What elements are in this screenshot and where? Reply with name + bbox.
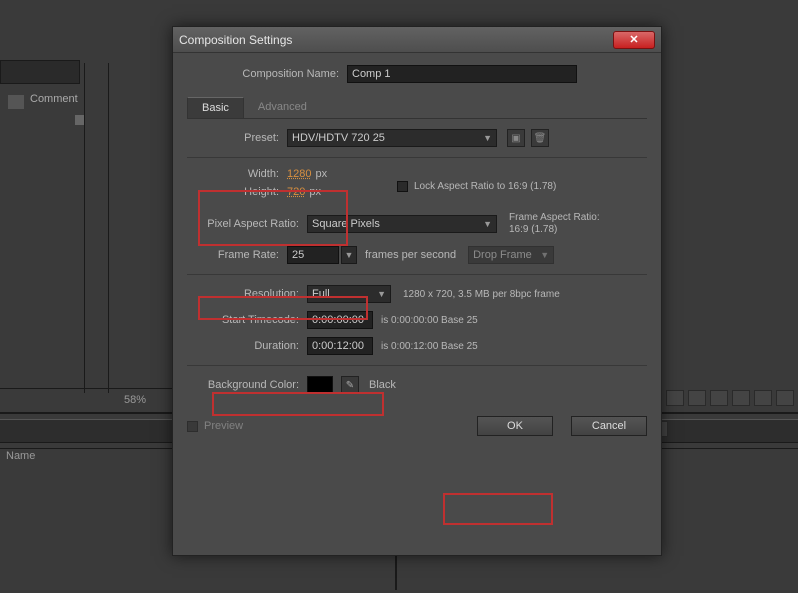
start-timecode-label: Start Timecode: bbox=[187, 314, 307, 326]
height-unit: px bbox=[309, 186, 321, 198]
dropframe-select: Drop Frame ▼ bbox=[468, 246, 554, 264]
resolution-label: Resolution: bbox=[187, 288, 307, 300]
lock-aspect-label: Lock Aspect Ratio to 16:9 (1.78) bbox=[414, 181, 556, 192]
trash-icon: 🗑 bbox=[534, 133, 547, 144]
divider bbox=[108, 63, 109, 393]
start-timecode-info: is 0:00:00:00 Base 25 bbox=[381, 315, 478, 326]
width-label: Width: bbox=[187, 168, 287, 180]
lock-aspect-checkbox[interactable] bbox=[397, 181, 408, 192]
preview-checkbox bbox=[187, 421, 198, 432]
tabs: Basic Advanced bbox=[187, 97, 647, 119]
name-column-header: Name bbox=[6, 450, 35, 462]
divider bbox=[187, 157, 647, 158]
start-timecode-input[interactable] bbox=[307, 311, 373, 329]
divider bbox=[0, 388, 175, 389]
save-preset-button[interactable]: ▣ bbox=[507, 129, 525, 147]
bgcolor-swatch[interactable] bbox=[307, 376, 333, 394]
tab-basic[interactable]: Basic bbox=[187, 97, 244, 118]
chevron-down-icon: ▼ bbox=[377, 289, 386, 299]
preview-toggle: Preview bbox=[187, 420, 243, 432]
par-select[interactable]: Square Pixels ▼ bbox=[307, 215, 497, 233]
chevron-down-icon: ▼ bbox=[483, 133, 492, 143]
framerate-unit: frames per second bbox=[365, 249, 456, 261]
comment-header: Comment bbox=[30, 93, 78, 105]
duration-label: Duration: bbox=[187, 340, 307, 352]
frame-aspect-info: Frame Aspect Ratio: 16:9 (1.78) bbox=[509, 212, 600, 236]
duration-info: is 0:00:12:00 Base 25 bbox=[381, 341, 478, 352]
par-value: Square Pixels bbox=[312, 218, 380, 230]
height-value[interactable]: 720 bbox=[287, 186, 305, 198]
eyedropper-button[interactable]: ✎ bbox=[341, 376, 359, 394]
divider bbox=[84, 63, 85, 393]
height-label: Height: bbox=[187, 186, 287, 198]
bgcolor-label: Background Color: bbox=[187, 379, 307, 391]
chevron-down-icon: ▼ bbox=[483, 219, 492, 229]
chevron-down-icon: ▼ bbox=[540, 250, 549, 260]
preset-value: HDV/HDTV 720 25 bbox=[292, 132, 385, 144]
comp-name-label: Composition Name: bbox=[187, 68, 347, 80]
cancel-button[interactable]: Cancel bbox=[571, 416, 647, 436]
titlebar[interactable]: Composition Settings ✕ bbox=[173, 27, 661, 53]
preset-select[interactable]: HDV/HDTV 720 25 ▼ bbox=[287, 129, 497, 147]
dropframe-value: Drop Frame bbox=[473, 249, 532, 261]
zoom-readout: 58% bbox=[124, 394, 146, 406]
framerate-input[interactable] bbox=[287, 246, 339, 264]
close-icon: ✕ bbox=[629, 33, 638, 46]
bgcolor-name: Black bbox=[369, 379, 396, 391]
comp-name-input[interactable] bbox=[347, 65, 577, 83]
tag-icon bbox=[8, 95, 24, 109]
resolution-info: 1280 x 720, 3.5 MB per 8bpc frame bbox=[403, 289, 560, 300]
divider bbox=[187, 274, 647, 275]
ok-button[interactable]: OK bbox=[477, 416, 553, 436]
resolution-select[interactable]: Full ▼ bbox=[307, 285, 391, 303]
preview-label: Preview bbox=[204, 420, 243, 432]
par-label: Pixel Aspect Ratio: bbox=[187, 218, 307, 230]
tab-advanced[interactable]: Advanced bbox=[244, 97, 321, 118]
eyedropper-icon: ✎ bbox=[346, 380, 354, 391]
viewer-toolbar bbox=[644, 390, 794, 406]
delete-preset-button[interactable]: 🗑 bbox=[531, 129, 549, 147]
framerate-label: Frame Rate: bbox=[187, 249, 287, 261]
preset-label: Preset: bbox=[187, 132, 287, 144]
resolution-value: Full bbox=[312, 288, 330, 300]
close-button[interactable]: ✕ bbox=[613, 31, 655, 49]
bg-panel bbox=[0, 60, 80, 84]
duration-input[interactable] bbox=[307, 337, 373, 355]
composition-settings-dialog: Composition Settings ✕ Composition Name:… bbox=[172, 26, 662, 556]
divider bbox=[187, 365, 647, 366]
save-icon: ▣ bbox=[511, 133, 520, 144]
chevron-down-icon: ▼ bbox=[345, 250, 354, 260]
width-unit: px bbox=[315, 168, 327, 180]
dialog-title: Composition Settings bbox=[179, 33, 613, 47]
width-value[interactable]: 1280 bbox=[287, 168, 311, 180]
framerate-dropdown-button[interactable]: ▼ bbox=[341, 246, 357, 264]
